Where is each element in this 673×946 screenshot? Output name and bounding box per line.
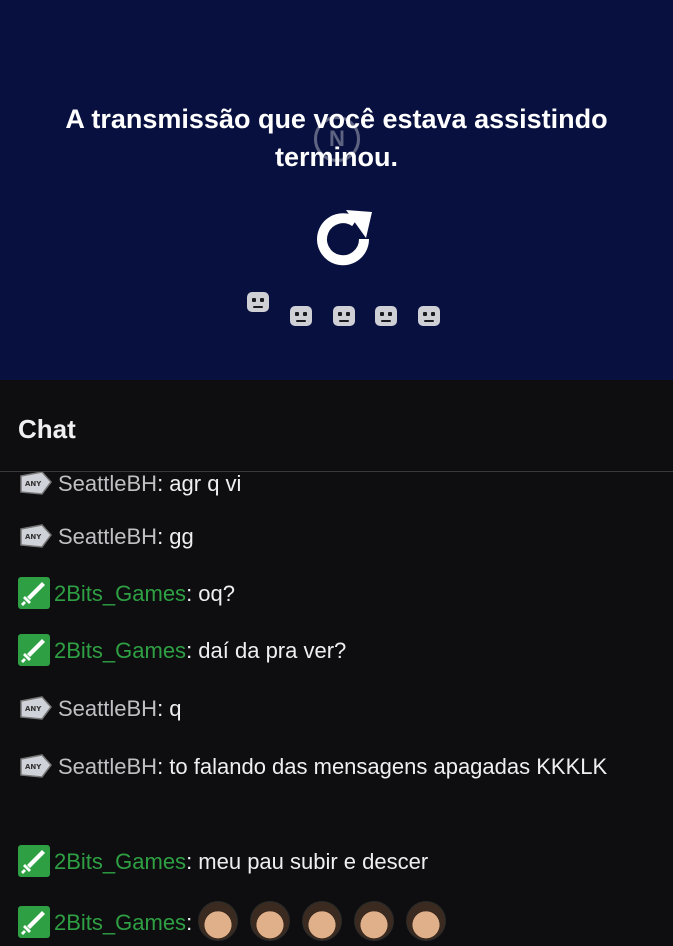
face-emote-icon[interactable]: [198, 901, 239, 941]
face-emote-icon[interactable]: [354, 901, 395, 941]
chat-message: 2Bits_Games: oq?: [18, 576, 659, 612]
chat-text: : agr q vi: [157, 472, 242, 496]
video-player[interactable]: A transmissão que você estava assistindo…: [0, 0, 673, 380]
moderator-sword-badge-icon: [18, 906, 50, 938]
chat-username[interactable]: SeattleBH: [58, 696, 157, 721]
reload-icon[interactable]: [306, 202, 380, 276]
moderator-sword-badge-icon: [18, 577, 50, 610]
chat-message: 2Bits_Games: meu pau subir e descer: [18, 844, 659, 880]
chat-text: : gg: [157, 524, 194, 549]
chat-text: : daí da pra ver?: [186, 638, 347, 663]
chat-text: : oq?: [186, 581, 235, 606]
bot-emote-animation: [0, 0, 673, 380]
chat-text: : to falando das mensagens apagadas KKKL…: [157, 754, 608, 779]
chat-text: :: [186, 909, 193, 935]
moderator-sword-badge-icon: [18, 634, 50, 667]
chat-text: : meu pau subir e descer: [186, 849, 429, 874]
chat-text: : q: [157, 696, 182, 721]
bot-emote-icon: [375, 306, 397, 326]
chat-username[interactable]: 2Bits_Games: [54, 638, 186, 663]
svg-text:ANY: ANY: [25, 763, 42, 771]
prime-badge-icon: ANY: [20, 524, 52, 548]
svg-text:ANY: ANY: [25, 480, 42, 488]
chat-username[interactable]: 2Bits_Games: [54, 849, 186, 874]
bot-emote-icon: [333, 306, 355, 326]
bot-emote-icon: [290, 306, 312, 326]
chat-message: ANY SeattleBH: to falando das mensagens …: [18, 749, 659, 785]
chat-username[interactable]: 2Bits_Games: [54, 581, 186, 606]
prime-badge-icon: ANY: [20, 754, 52, 778]
prime-badge-icon: ANY: [20, 696, 52, 720]
chat-message: 2Bits_Games: daí da pra ver?: [18, 633, 659, 669]
chat-username[interactable]: SeattleBH: [58, 472, 157, 496]
chat-message: ANY SeattleBH: q: [18, 691, 659, 727]
prime-badge-icon: ANY: [20, 472, 52, 495]
chat-message-list[interactable]: ANY SeattleBH: agr q vi ANY SeattleBH: g…: [0, 472, 673, 945]
channel-logo-watermark: N: [314, 116, 360, 162]
chat-username[interactable]: SeattleBH: [58, 754, 157, 779]
bot-emote-icon: [247, 292, 269, 312]
svg-text:ANY: ANY: [25, 705, 42, 713]
moderator-sword-badge-icon: [18, 845, 50, 878]
face-emote-icon[interactable]: [302, 901, 343, 941]
svg-text:ANY: ANY: [25, 533, 42, 541]
chat-header: Chat: [0, 380, 673, 472]
chat-username[interactable]: 2Bits_Games: [54, 910, 186, 935]
chat-message: ANY SeattleBH: agr q vi: [18, 472, 659, 502]
chat-username[interactable]: SeattleBH: [58, 524, 157, 549]
bot-emote-icon: [418, 306, 440, 326]
face-emote-icon[interactable]: [250, 901, 291, 941]
chat-message: 2Bits_Games:: [18, 901, 659, 944]
chat-message: ANY SeattleBH: gg: [18, 519, 659, 555]
face-emote-icon[interactable]: [406, 901, 447, 941]
